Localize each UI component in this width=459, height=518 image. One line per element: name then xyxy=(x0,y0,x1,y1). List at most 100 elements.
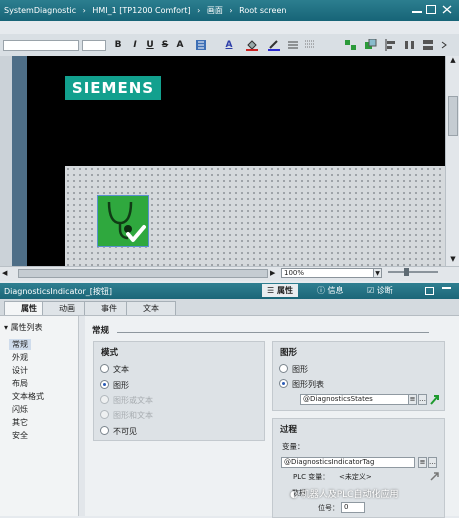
mode-graphic-radio[interactable] xyxy=(100,380,109,389)
restore-icon[interactable] xyxy=(426,5,436,14)
size-icon[interactable] xyxy=(422,39,434,51)
graphic-label: 图形 xyxy=(292,365,308,374)
plc-goto-icon[interactable] xyxy=(430,471,440,481)
layers-icon xyxy=(365,38,377,49)
graphic-list-field[interactable]: @DiagnosticsStates xyxy=(300,394,416,405)
vertical-scrollbar[interactable]: ▲ ▼ xyxy=(445,56,459,266)
tag-picker-icon[interactable]: ≡ xyxy=(418,457,427,468)
horizontal-scrollbar[interactable]: ◀ ▶ xyxy=(0,266,459,281)
tab-info-label: 信息 xyxy=(327,286,344,295)
zoom-value: 100% xyxy=(284,269,305,277)
zoom-slider-handle[interactable] xyxy=(404,268,409,276)
bold-button[interactable]: B xyxy=(113,39,123,51)
nav-item-general[interactable]: 常规 xyxy=(9,339,31,350)
strikethrough-button[interactable]: S xyxy=(160,39,170,51)
mode-graphic-or-text-radio xyxy=(100,395,109,404)
property-list-header[interactable]: ▾ 属性列表 xyxy=(4,322,43,333)
process-group: 过程 变量： @DiagnosticsIndicatorTag ≡ … PLC … xyxy=(272,418,445,518)
nav-item-design[interactable]: 设计 xyxy=(12,365,28,376)
line-style-icon[interactable] xyxy=(287,39,299,51)
mode-invisible-radio[interactable] xyxy=(100,426,109,435)
nav-item-security[interactable]: 安全 xyxy=(12,430,28,441)
minimize-icon[interactable] xyxy=(412,5,422,13)
font-size-select[interactable] xyxy=(82,40,106,51)
fill-color-icon[interactable] xyxy=(246,39,258,51)
align-icon[interactable] xyxy=(196,39,208,51)
zoom-select[interactable]: 100% xyxy=(281,268,381,278)
distribute-icon[interactable] xyxy=(404,39,416,51)
breadcrumb-sep: › xyxy=(197,6,201,15)
nav-item-misc[interactable]: 其它 xyxy=(12,417,28,428)
scroll-down-icon[interactable]: ▼ xyxy=(447,255,459,265)
group-icon[interactable] xyxy=(345,39,357,51)
diagnostics-indicator-button[interactable] xyxy=(97,195,149,247)
tab-info[interactable]: ⓘ 信息 xyxy=(312,284,349,297)
mode-text-radio[interactable] xyxy=(100,364,109,373)
mode-graphic-and-text-label: 图形和文本 xyxy=(113,411,153,420)
grey-arrow-glyph xyxy=(430,472,439,481)
breadcrumb-sep: › xyxy=(82,6,86,15)
font-family-select[interactable] xyxy=(3,40,79,51)
scroll-left-icon[interactable]: ◀ xyxy=(2,269,10,277)
close-icon[interactable] xyxy=(442,5,452,14)
graphic-list-radio[interactable] xyxy=(279,379,288,388)
editor-spacer xyxy=(0,21,459,34)
graphic-list-browse-button[interactable]: … xyxy=(418,394,427,405)
tag-browse-button[interactable]: … xyxy=(428,457,437,468)
plc-tag-value: <未定义> xyxy=(339,473,372,481)
nav-scrollbar[interactable] xyxy=(78,316,85,516)
inspector-title-bar: DiagnosticsIndicator_[按钮] ☰ 属性 ⓘ 信息 ☑ 诊断 xyxy=(0,283,459,299)
scroll-up-icon[interactable]: ▲ xyxy=(447,56,459,66)
dots-icon xyxy=(305,40,315,48)
goto-arrow-icon[interactable] xyxy=(430,393,440,405)
graphic-group-title: 图形 xyxy=(280,348,298,358)
property-list-title: 属性列表 xyxy=(10,323,43,332)
tab-properties[interactable]: ☰ 属性 xyxy=(262,284,298,297)
section-title: 常规 xyxy=(92,326,110,336)
nav-item-layout[interactable]: 布局 xyxy=(12,378,28,389)
bit-number-field[interactable]: 0 xyxy=(341,502,365,513)
nav-item-flashing[interactable]: 闪烁 xyxy=(12,404,28,415)
diagnostics-icon: ☑ xyxy=(367,286,377,295)
group-glyph xyxy=(345,40,356,50)
line-color-icon[interactable] xyxy=(268,39,280,51)
h-scrollbar-thumb[interactable] xyxy=(18,269,268,278)
scroll-right-icon[interactable]: ▶ xyxy=(270,269,278,277)
graphic-list-picker-icon[interactable]: ≡ xyxy=(408,394,417,405)
bit-number-label: 位号： xyxy=(318,504,339,512)
editor-title-bar: SystemDiagnostic › HMI_1 [TP1200 Comfort… xyxy=(0,0,459,21)
align-left-icon[interactable] xyxy=(385,39,397,51)
tab-diagnostics[interactable]: ☑ 诊断 xyxy=(362,284,398,297)
nav-item-appearance[interactable]: 外观 xyxy=(12,352,28,363)
breadcrumb-screens[interactable]: 画面 xyxy=(207,6,223,15)
mode-graphic-or-text-label: 图形或文本 xyxy=(113,396,153,405)
more-chevron-icon[interactable] xyxy=(440,39,448,51)
format-toolbar: B I U S A A xyxy=(0,34,459,57)
inspector-minimize-icon[interactable] xyxy=(442,287,451,295)
scrollbar-thumb[interactable] xyxy=(448,96,458,136)
property-tab-row: 属性 动画 事件 文本 xyxy=(0,299,459,316)
breadcrumb-project[interactable]: SystemDiagnostic xyxy=(4,6,76,15)
inspector-restore-icon[interactable] xyxy=(425,287,434,295)
breadcrumb-device[interactable]: HMI_1 [TP1200 Comfort] xyxy=(92,6,190,15)
breadcrumb-screen[interactable]: Root screen xyxy=(239,6,286,15)
bring-front-icon[interactable] xyxy=(365,38,377,51)
graphic-radio[interactable] xyxy=(279,364,288,373)
italic-button[interactable]: I xyxy=(130,39,140,51)
zoom-slider-track[interactable] xyxy=(388,271,438,273)
superscript-button[interactable]: A xyxy=(175,39,185,51)
nav-item-text-format[interactable]: 文本格式 xyxy=(12,391,44,402)
text-color-button[interactable]: A xyxy=(224,39,234,51)
watermark-text: 机器人及PLC自动化应用 xyxy=(300,490,399,500)
property-list-panel: ▾ 属性列表 常规 外观 设计 布局 文本格式 闪烁 其它 安全 xyxy=(0,316,85,516)
grid-icon[interactable] xyxy=(304,39,316,51)
underline-button[interactable]: U xyxy=(145,39,155,51)
zoom-dropdown-icon[interactable]: ▼ xyxy=(373,268,382,278)
mode-invisible-label: 不可见 xyxy=(113,427,137,436)
size-glyph xyxy=(423,40,433,50)
tab-texts[interactable]: 文本 xyxy=(126,301,176,315)
pen-icon xyxy=(268,40,280,51)
mode-graphic-label: 图形 xyxy=(113,381,129,390)
graphic-group: 图形 图形 图形列表 @DiagnosticsStates ≡ … xyxy=(272,341,445,411)
tag-field[interactable]: @DiagnosticsIndicatorTag xyxy=(281,457,415,468)
